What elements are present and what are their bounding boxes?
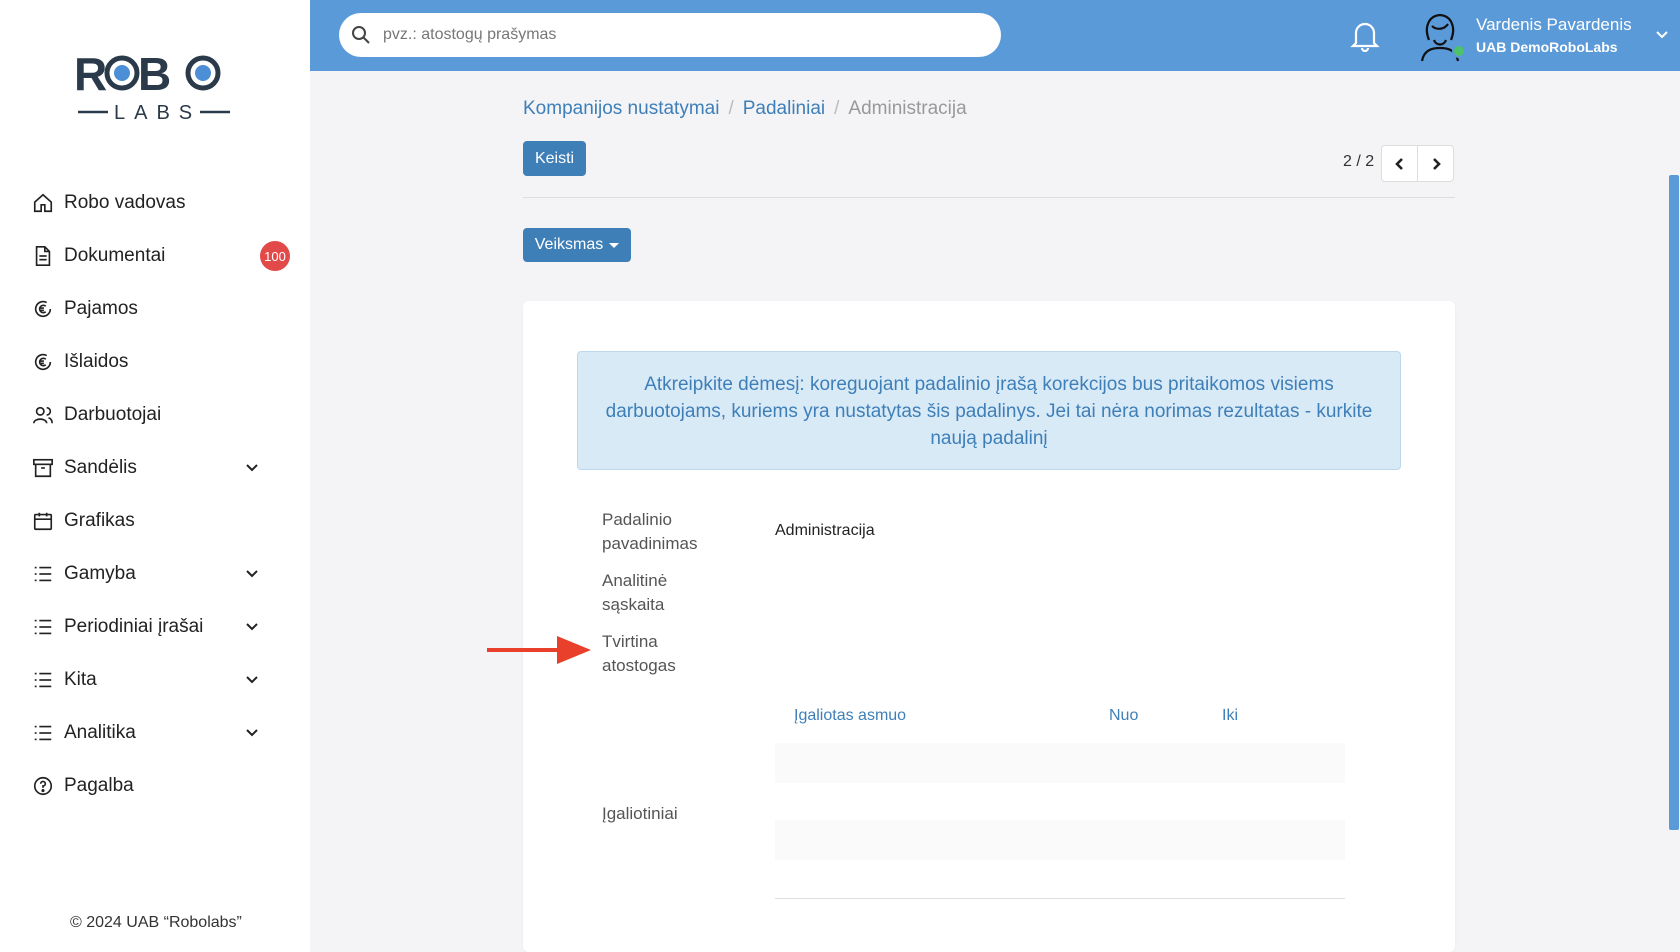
table-row[interactable]: [775, 743, 1345, 783]
action-dropdown-button[interactable]: Veiksmas: [523, 228, 631, 262]
sidebar-item-label: Robo vadovas: [64, 191, 186, 213]
sidebar-item-sandelis[interactable]: Sandėlis: [30, 441, 300, 494]
users-icon: [30, 402, 56, 428]
scrollbar-thumb[interactable]: [1669, 175, 1679, 830]
sidebar-item-grafikas[interactable]: Grafikas: [30, 494, 300, 547]
sidebar-item-label: Pagalba: [64, 774, 134, 796]
breadcrumb-current: Administracija: [848, 98, 967, 119]
bell-icon[interactable]: [1350, 18, 1380, 52]
document-icon: [30, 243, 56, 269]
pager-counter: 2 / 2: [1343, 153, 1375, 170]
sidebar-item-label: Dokumentai: [64, 244, 166, 266]
breadcrumb: Kompanijos nustatymai / Padaliniai / Adm…: [523, 98, 967, 120]
breadcrumb-separator: /: [834, 98, 840, 119]
chevron-down-icon[interactable]: [244, 565, 260, 581]
home-icon: [30, 190, 56, 216]
sidebar-item-label: Grafikas: [64, 509, 135, 531]
euro-circle-icon: [30, 296, 56, 322]
approves-leave-value[interactable]: [775, 644, 1175, 668]
chevron-down-icon[interactable]: [1654, 26, 1670, 42]
chevron-right-icon: [1432, 157, 1441, 170]
sidebar-item-analitika[interactable]: Analitika: [30, 706, 300, 759]
sidebar-item-islaidos[interactable]: Išlaidos: [30, 335, 300, 388]
search-bar[interactable]: [339, 13, 1001, 57]
breadcrumb-link-departments[interactable]: Padaliniai: [743, 98, 825, 120]
previous-record-button[interactable]: [1381, 145, 1418, 182]
authorizations-label: Įgaliotiniai: [602, 804, 678, 823]
euro-circle-icon: [30, 349, 56, 375]
svg-text:R: R: [74, 48, 107, 100]
user-name[interactable]: Vardenis Pavardenis: [1476, 15, 1632, 35]
warning-alert: Atkreipkite dėmesį: koreguojant padalini…: [577, 351, 1401, 470]
robolabs-logo[interactable]: R B LABS: [74, 48, 234, 128]
sidebar-item-label: Analitika: [64, 721, 136, 743]
action-dropdown-label: Veiksmas: [534, 236, 604, 253]
column-header-authorized-person[interactable]: Įgaliotas asmuo: [794, 707, 906, 725]
sidebar-item-label: Gamyba: [64, 562, 136, 584]
chevron-down-icon[interactable]: [244, 459, 260, 475]
user-company[interactable]: UAB DemoRoboLabs: [1476, 39, 1618, 55]
sidebar-item-label: Periodiniai įrašai: [64, 615, 204, 637]
edit-button[interactable]: Keisti: [523, 141, 586, 176]
caret-down-icon: [609, 242, 620, 248]
red-arrow-annotation: [487, 636, 591, 664]
chevron-left-icon: [1394, 157, 1403, 170]
sidebar-item-gamyba[interactable]: Gamyba: [30, 547, 300, 600]
list-icon: [30, 614, 56, 640]
sidebar-item-robo-vadovas[interactable]: Robo vadovas: [30, 176, 300, 229]
breadcrumb-link-company-settings[interactable]: Kompanijos nustatymai: [523, 98, 719, 120]
svg-text:B: B: [138, 48, 171, 100]
department-name-value: Administracija: [775, 522, 875, 539]
sidebar-nav: Robo vadovas Dokumentai 100 Pajamos Išla…: [30, 176, 300, 812]
sidebar-item-label: Pajamos: [64, 297, 138, 319]
column-header-to[interactable]: Iki: [1222, 707, 1238, 725]
sidebar-item-label: Sandėlis: [64, 456, 137, 478]
sidebar-item-pajamos[interactable]: Pajamos: [30, 282, 300, 335]
sidebar-item-label: Darbuotojai: [64, 403, 162, 425]
table-bottom-divider: [775, 898, 1345, 899]
chevron-down-icon[interactable]: [244, 724, 260, 740]
sidebar-item-darbuotojai[interactable]: Darbuotojai: [30, 388, 300, 441]
sidebar-item-periodiniai-irasai[interactable]: Periodiniai įrašai: [30, 600, 300, 653]
calendar-icon: [30, 508, 56, 534]
chevron-down-icon[interactable]: [244, 671, 260, 687]
sidebar-item-dokumentai[interactable]: Dokumentai 100: [30, 229, 300, 282]
sidebar: R B LABS Robo vadovas Dokumentai 100 Paj…: [0, 0, 310, 952]
sidebar-item-kita[interactable]: Kita: [30, 653, 300, 706]
analytic-account-label: Analitinė sąskaita: [602, 571, 668, 614]
chevron-down-icon[interactable]: [244, 618, 260, 634]
top-bar: Vardenis Pavardenis UAB DemoRoboLabs: [310, 0, 1680, 71]
svg-text:LABS: LABS: [114, 102, 201, 124]
breadcrumb-separator: /: [728, 98, 734, 119]
toolbar-divider: [523, 197, 1455, 198]
list-icon: [30, 667, 56, 693]
list-icon: [30, 720, 56, 746]
copyright-text: © 2024 UAB “Robolabs”: [70, 914, 242, 931]
help-circle-icon: [30, 773, 56, 799]
notification-badge: 100: [260, 241, 290, 271]
sidebar-item-pagalba[interactable]: Pagalba: [30, 759, 300, 812]
search-icon: [352, 26, 370, 44]
online-status-indicator: [1452, 44, 1466, 58]
column-header-from[interactable]: Nuo: [1109, 707, 1138, 725]
sidebar-item-label: Išlaidos: [64, 350, 129, 372]
archive-box-icon: [30, 455, 56, 481]
next-record-button[interactable]: [1417, 145, 1454, 182]
sidebar-item-label: Kita: [64, 668, 97, 690]
list-icon: [30, 561, 56, 587]
approves-leave-label: Tvirtina atostogas: [602, 632, 676, 675]
search-input[interactable]: [383, 26, 963, 44]
department-form-card: Atkreipkite dėmesį: koreguojant padalini…: [523, 301, 1455, 952]
department-name-label: Padalinio pavadinimas: [602, 510, 698, 553]
analytic-account-value[interactable]: [775, 583, 1175, 607]
table-row[interactable]: [775, 820, 1345, 860]
